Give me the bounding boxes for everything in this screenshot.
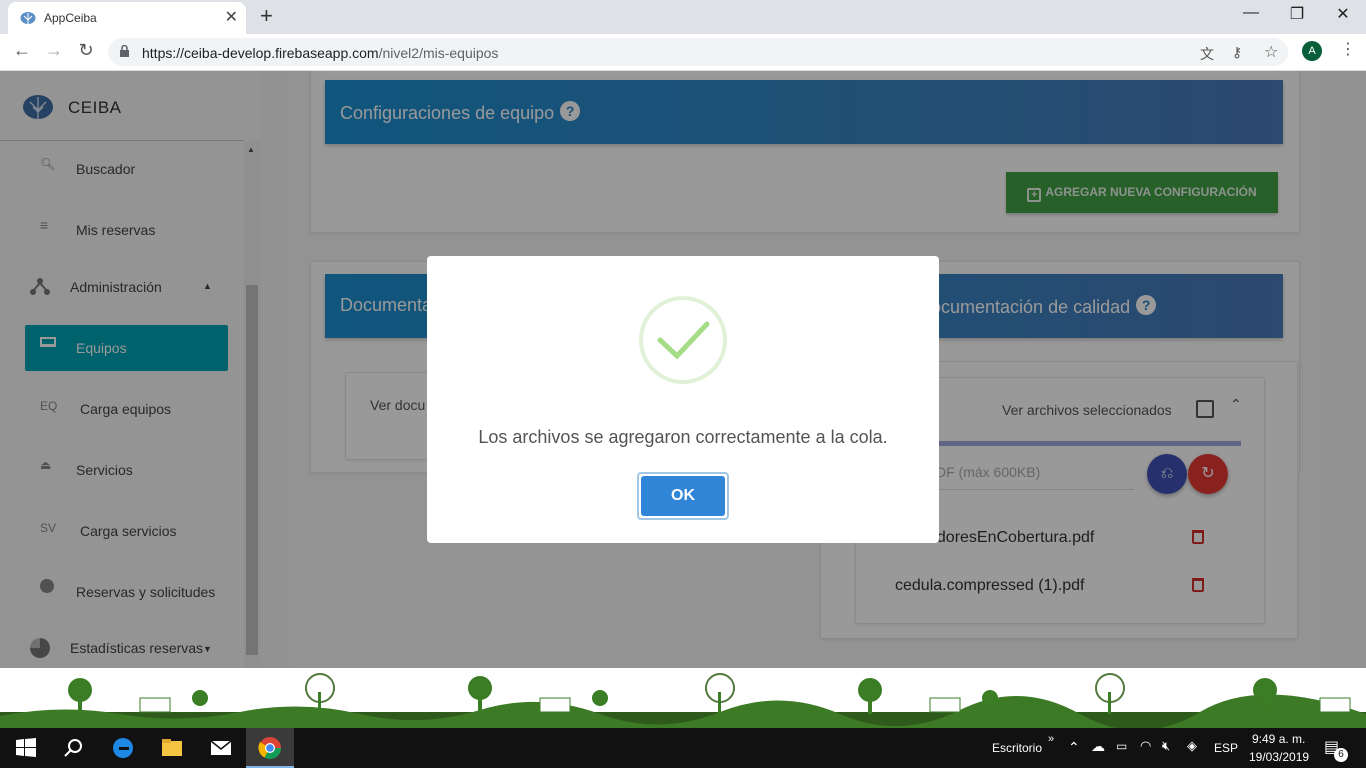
desktop-toolbar-label[interactable]: Escritorio: [992, 741, 1042, 755]
menu-icon[interactable]: ⋮: [1340, 39, 1356, 59]
notification-count-badge: 6: [1334, 748, 1348, 762]
window-close-icon[interactable]: ✕: [1328, 4, 1358, 24]
chrome-icon: [258, 737, 281, 759]
chrome-taskbar-item[interactable]: [246, 728, 294, 768]
onedrive-icon[interactable]: ☁: [1091, 738, 1105, 755]
reload-icon[interactable]: ↻: [74, 40, 98, 61]
file-explorer-icon[interactable]: [160, 736, 184, 760]
restore-icon[interactable]: ❐: [1282, 4, 1312, 24]
browser-tab-bar: AppCeiba ✕ + — ❐ ✕: [0, 0, 1366, 34]
wifi-icon[interactable]: ◠: [1140, 738, 1151, 754]
dropbox-icon[interactable]: ◈: [1187, 738, 1197, 754]
url-text: https://ceiba-develop.firebaseapp.com/ni…: [142, 45, 498, 61]
translate-icon[interactable]: 文: [1200, 44, 1214, 64]
windows-start-icon[interactable]: [14, 736, 38, 760]
tab-close-icon[interactable]: ✕: [225, 7, 238, 27]
url-host: https://ceiba-develop.firebaseapp.com: [142, 45, 379, 61]
clock-date[interactable]: 19/03/2019: [1249, 750, 1309, 764]
checkmark-icon: [657, 321, 710, 360]
url-path: /nivel2/mis-equipos: [378, 45, 499, 61]
success-dialog: Los archivos se agregaron correctamente …: [427, 256, 939, 543]
clock-time[interactable]: 9:49 a. m.: [1252, 732, 1305, 746]
language-indicator[interactable]: ESP: [1214, 741, 1238, 755]
star-icon[interactable]: ☆: [1264, 42, 1278, 62]
profile-avatar[interactable]: A: [1302, 41, 1322, 61]
landscape-illustration: [0, 673, 1366, 728]
mail-icon[interactable]: [209, 736, 233, 760]
new-tab-icon[interactable]: +: [260, 3, 273, 29]
browser-toolbar: ← → ↻ https://ceiba-develop.firebaseapp.…: [0, 34, 1366, 71]
ok-button-label: OK: [641, 476, 725, 516]
back-icon[interactable]: ←: [10, 40, 34, 61]
forward-icon[interactable]: →: [42, 40, 66, 61]
edge-icon[interactable]: [111, 736, 135, 760]
ok-button[interactable]: OK: [637, 472, 729, 520]
tab-title: AppCeiba: [44, 11, 97, 25]
volume-muted-icon[interactable]: 🔇︎: [1162, 738, 1170, 754]
show-hidden-icons-icon[interactable]: ⌃: [1068, 739, 1080, 756]
windows-taskbar: Escritorio » ⌃ ☁ ▭ ◠ 🔇︎ ◈ ESP 9:49 a. m.…: [0, 728, 1366, 768]
lock-icon: [120, 45, 129, 57]
footer-landscape: [0, 668, 1366, 728]
search-icon[interactable]: [62, 736, 86, 760]
address-bar[interactable]: https://ceiba-develop.firebaseapp.com/ni…: [108, 38, 1288, 66]
browser-tab[interactable]: AppCeiba ✕: [8, 2, 246, 34]
ceiba-tree-icon: [20, 12, 36, 24]
dialog-message: Los archivos se agregaron correctamente …: [478, 427, 888, 447]
key-icon[interactable]: ⚷: [1232, 44, 1242, 61]
expand-toolbar-icon[interactable]: »: [1048, 733, 1054, 745]
minimize-icon[interactable]: —: [1236, 4, 1266, 22]
battery-icon[interactable]: ▭: [1116, 739, 1127, 753]
